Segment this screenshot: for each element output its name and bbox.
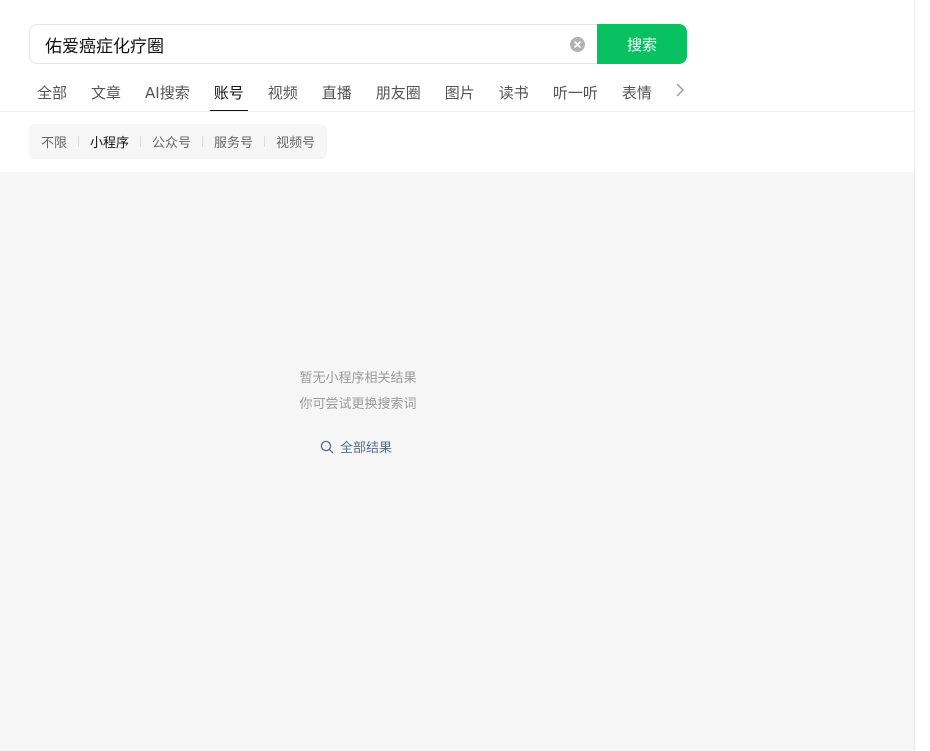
- search-box: [29, 24, 597, 64]
- tab-moments[interactable]: 朋友圈: [368, 72, 429, 112]
- tab-articles[interactable]: 文章: [83, 72, 129, 112]
- results-area: 暂无小程序相关结果 你可尝试更换搜索词 全部结果: [0, 172, 914, 751]
- page: 搜索 全部 文章 AI搜索 账号 视频 直播 朋友圈 图片 读书 听一听 表情 …: [0, 0, 930, 751]
- tab-reading[interactable]: 读书: [491, 72, 537, 112]
- empty-state-message: 暂无小程序相关结果: [299, 371, 417, 386]
- search-button[interactable]: 搜索: [597, 24, 687, 64]
- filter-separator: [78, 136, 80, 147]
- clear-icon[interactable]: [570, 37, 585, 52]
- tab-ai-search[interactable]: AI搜索: [137, 72, 198, 112]
- filter-service-account[interactable]: 服务号: [214, 132, 253, 151]
- tab-images[interactable]: 图片: [437, 72, 483, 112]
- tab-bar: 全部 文章 AI搜索 账号 视频 直播 朋友圈 图片 读书 听一听 表情: [29, 72, 690, 112]
- filter-bar: 不限 小程序 公众号 服务号 视频号: [29, 124, 328, 159]
- tab-all[interactable]: 全部: [29, 72, 75, 112]
- tab-listen[interactable]: 听一听: [545, 72, 606, 112]
- filter-separator: [140, 136, 142, 147]
- filter-separator: [264, 136, 266, 147]
- filter-official-account[interactable]: 公众号: [152, 132, 191, 151]
- filter-mini-program[interactable]: 小程序: [90, 132, 129, 151]
- tab-stickers[interactable]: 表情: [614, 72, 660, 112]
- filter-unlimited[interactable]: 不限: [41, 132, 67, 151]
- search-icon: [320, 440, 334, 453]
- filter-video-account[interactable]: 视频号: [276, 132, 315, 151]
- search-input[interactable]: [45, 34, 545, 54]
- tab-accounts[interactable]: 账号: [206, 72, 252, 112]
- filter-separator: [202, 136, 204, 147]
- chevron-right-icon[interactable]: [668, 72, 690, 112]
- tab-videos[interactable]: 视频: [260, 72, 306, 112]
- tabs-divider: [0, 111, 914, 112]
- empty-state-hint: 你可尝试更换搜索词: [299, 397, 417, 412]
- tab-live[interactable]: 直播: [314, 72, 360, 112]
- all-results-label: 全部结果: [340, 441, 393, 456]
- all-results-link[interactable]: 全部结果: [320, 437, 392, 456]
- main-panel: 搜索 全部 文章 AI搜索 账号 视频 直播 朋友圈 图片 读书 听一听 表情 …: [0, 0, 914, 751]
- scrollbar[interactable]: [914, 0, 930, 751]
- search-bar: 搜索: [29, 24, 687, 64]
